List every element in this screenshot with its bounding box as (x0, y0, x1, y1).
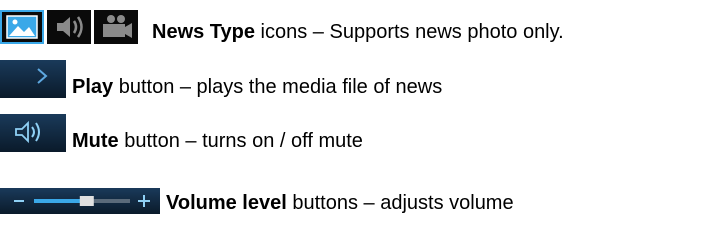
play-description: Play button – plays the media file of ne… (72, 76, 442, 98)
news-type-text: icons – Supports news photo only. (255, 21, 564, 43)
volume-text: buttons – adjusts volume (286, 192, 514, 214)
mute-label: Mute (72, 130, 119, 152)
news-type-description: News Type icons – Supports news photo on… (152, 20, 564, 44)
news-type-label: News Type (152, 21, 255, 43)
volume-row: Volume level buttons – adjusts volume (0, 188, 514, 214)
mute-row: Mute button – turns on / off mute (0, 114, 363, 152)
play-text: button – plays the media file of news (113, 76, 443, 98)
audio-icon[interactable] (47, 10, 91, 44)
mute-text: button – turns on / off mute (118, 130, 363, 152)
play-icon[interactable] (0, 60, 66, 98)
speaker-icon[interactable] (0, 114, 66, 152)
volume-label: Volume level (166, 192, 287, 214)
play-row: Play button – plays the media file of ne… (0, 60, 442, 98)
play-label: Play (72, 76, 114, 98)
volume-fill (34, 199, 87, 203)
video-icon[interactable] (94, 10, 138, 44)
news-type-icons (0, 10, 138, 44)
volume-knob (79, 196, 94, 206)
news-type-row: News Type icons – Supports news photo on… (0, 10, 564, 44)
mute-description: Mute button – turns on / off mute (72, 130, 363, 152)
photo-icon[interactable] (0, 10, 44, 44)
volume-description: Volume level buttons – adjusts volume (166, 192, 514, 214)
volume-slider-icon[interactable] (0, 188, 160, 214)
